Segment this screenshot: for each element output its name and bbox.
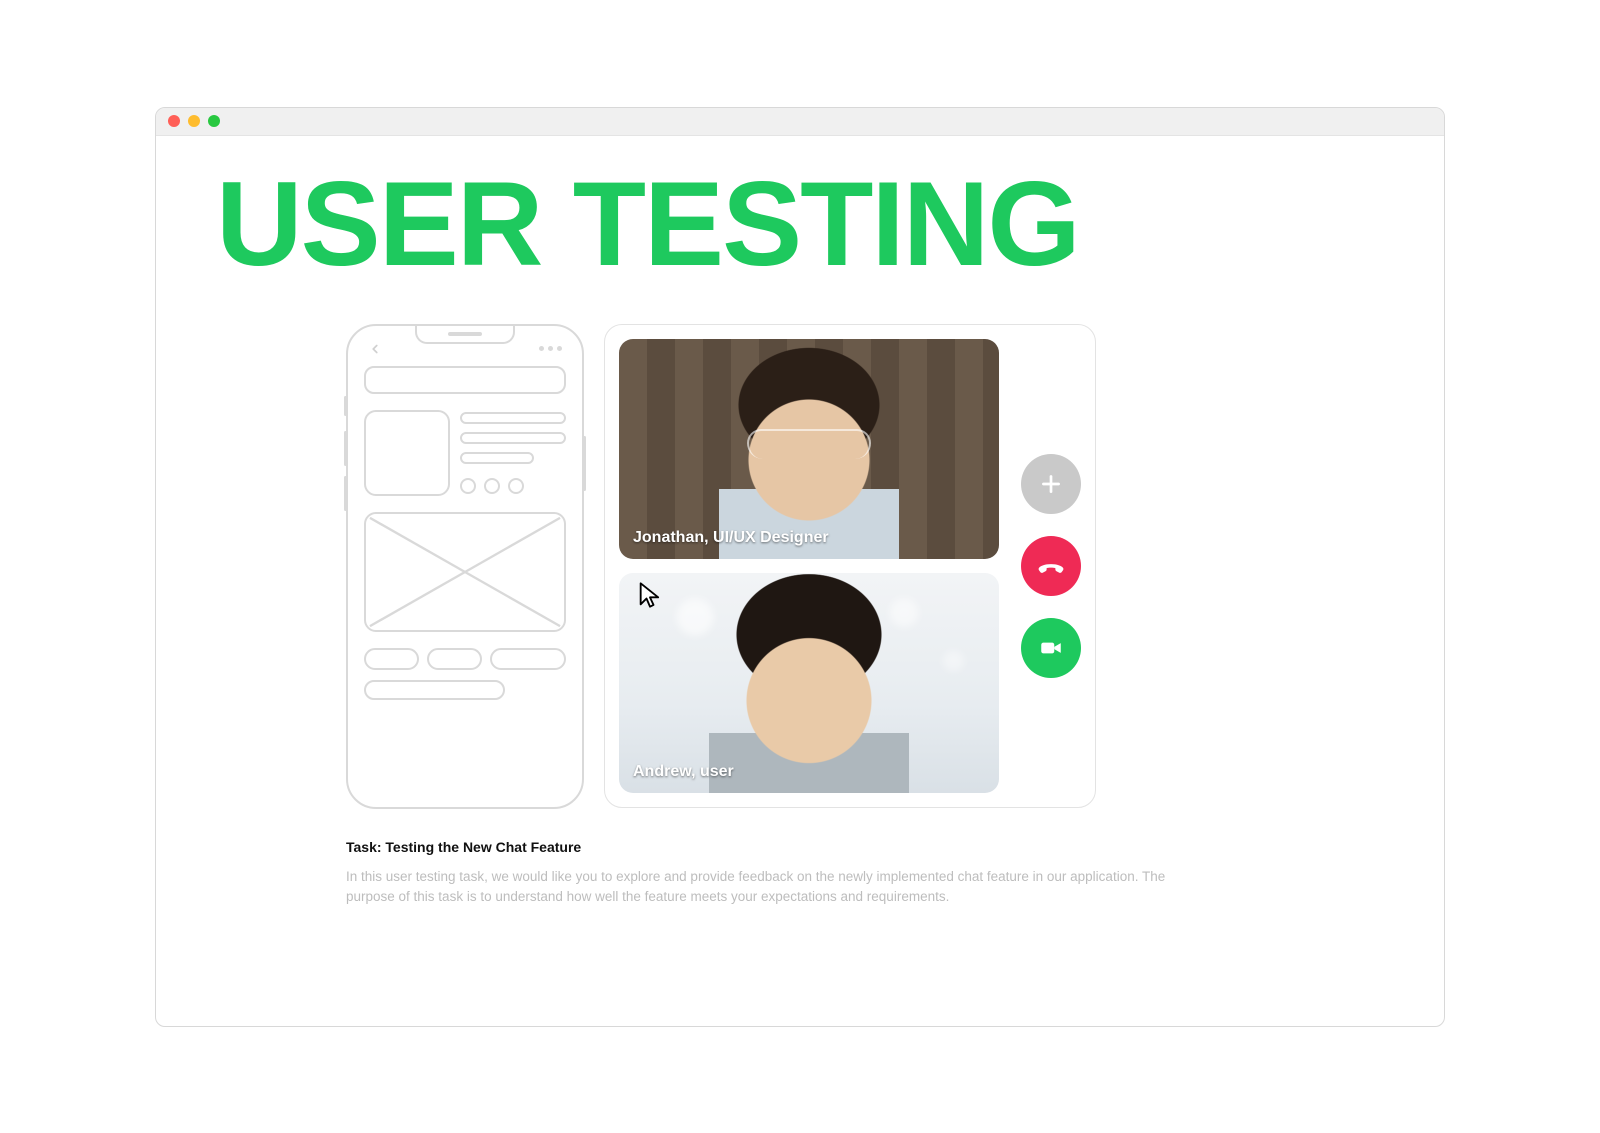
back-chevron-icon — [368, 342, 382, 356]
wireframe-pill — [364, 680, 505, 700]
window-fullscreen-button[interactable] — [208, 115, 220, 127]
wireframe-pill-row — [364, 648, 566, 670]
video-tile-stack: Jonathan, UI/UX Designer Andrew, user — [619, 339, 999, 793]
wireframe-pill — [490, 648, 566, 670]
wireframe-image-placeholder — [364, 512, 566, 632]
task-description: Task: Testing the New Chat Feature In th… — [216, 839, 1216, 908]
participant-label: Jonathan, UI/UX Designer — [633, 529, 829, 547]
video-tile[interactable]: Jonathan, UI/UX Designer — [619, 339, 999, 559]
toggle-video-button[interactable] — [1021, 618, 1081, 678]
phone-side-button — [344, 431, 347, 466]
wireframe-line — [460, 432, 566, 444]
phone-side-button — [344, 476, 347, 511]
window-close-button[interactable] — [168, 115, 180, 127]
page-title: USER TESTING — [216, 164, 1384, 284]
cursor-icon — [636, 581, 664, 609]
video-camera-icon — [1038, 635, 1064, 661]
plus-icon — [1038, 471, 1064, 497]
phone-side-button — [583, 436, 586, 491]
wireframe-card — [364, 410, 566, 496]
phone-side-button — [344, 396, 347, 416]
add-participant-button[interactable] — [1021, 454, 1081, 514]
wireframe-search-bar — [364, 366, 566, 394]
browser-window: USER TESTING — [155, 107, 1445, 1027]
video-tile[interactable]: Andrew, user — [619, 573, 999, 793]
participant-label: Andrew, user — [633, 763, 734, 781]
phone-hangup-icon — [1036, 551, 1066, 581]
main-area: Jonathan, UI/UX Designer Andrew, user — [216, 324, 1384, 809]
wireframe-pill — [364, 648, 419, 670]
more-dots-icon — [539, 346, 562, 351]
wireframe-line — [460, 412, 566, 424]
task-title: Task: Testing the New Chat Feature — [346, 839, 1216, 855]
window-titlebar — [156, 108, 1444, 136]
wireframe-indicator-dots — [460, 478, 566, 494]
call-button-column — [1021, 454, 1081, 678]
wireframe-thumbnail — [364, 410, 450, 496]
video-call-panel: Jonathan, UI/UX Designer Andrew, user — [604, 324, 1096, 808]
phone-screen — [364, 342, 566, 791]
wireframe-line — [460, 452, 534, 464]
wireframe-text-lines — [460, 410, 566, 496]
wireframe-pill — [427, 648, 482, 670]
hangup-button[interactable] — [1021, 536, 1081, 596]
phone-topbar — [364, 342, 566, 356]
window-minimize-button[interactable] — [188, 115, 200, 127]
page-content: USER TESTING — [156, 136, 1444, 1026]
task-body: In this user testing task, we would like… — [346, 867, 1216, 908]
phone-wireframe — [346, 324, 584, 809]
